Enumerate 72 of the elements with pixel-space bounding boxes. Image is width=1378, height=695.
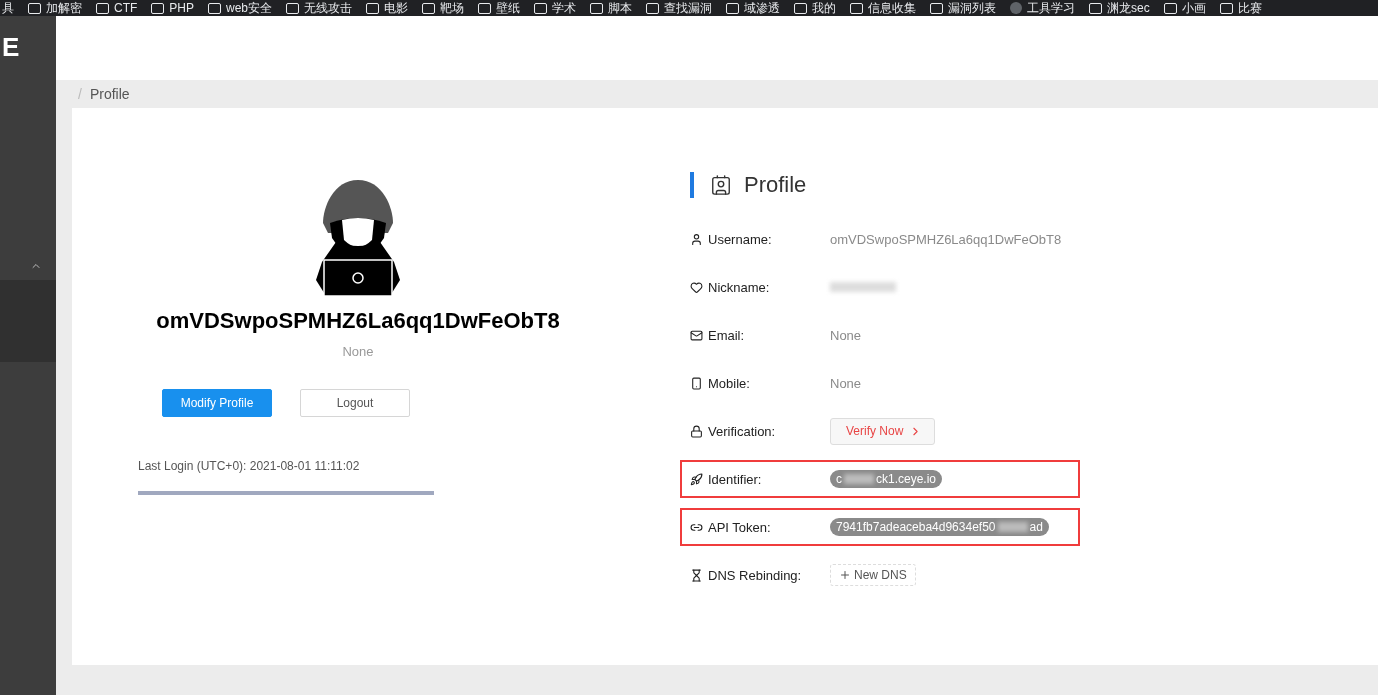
folder-icon: [1163, 2, 1177, 14]
logo-text: E: [1, 31, 21, 64]
field-label: DNS Rebinding:: [708, 567, 802, 583]
breadcrumb-item: Profile: [89, 86, 130, 102]
contact-card-icon: [710, 174, 732, 196]
folder-icon: [208, 2, 221, 14]
lock-icon: [690, 424, 703, 438]
hourglass-icon: [690, 568, 703, 582]
bookmark-item[interactable]: 工具学习: [1010, 1, 1076, 15]
nickname-text: None: [342, 344, 374, 359]
folder-icon: [590, 2, 604, 14]
folder-icon: [1089, 2, 1103, 14]
verify-now-button[interactable]: Verify Now: [830, 417, 936, 445]
breadcrumb-separator: /: [78, 86, 82, 102]
field-label: Identifier:: [708, 471, 762, 487]
bookmark-item[interactable]: 靶场: [422, 1, 465, 15]
bookmark-item[interactable]: 域渗透: [726, 1, 781, 15]
field-label: Mobile:: [708, 375, 750, 391]
field-label: Username:: [708, 231, 772, 247]
heart-icon: [690, 280, 703, 294]
folder-icon: [422, 2, 436, 14]
folder-icon: [286, 2, 300, 14]
bookmark-item[interactable]: 脚本: [590, 1, 633, 15]
logout-button[interactable]: Logout: [300, 389, 410, 417]
folder-icon: [794, 2, 808, 14]
folder-icon: [366, 2, 380, 14]
bookmark-item[interactable]: 比赛: [1219, 1, 1262, 15]
folder-icon: [478, 2, 492, 14]
bookmark-item[interactable]: 学术: [534, 1, 577, 15]
field-value: omVDSwpoSPMHZ6La6qq1DwFeObT8: [830, 231, 1062, 247]
field-label: Nickname:: [708, 279, 770, 295]
bookmark-item[interactable]: 渊龙sec: [1089, 1, 1150, 15]
plus-icon: [839, 569, 851, 581]
bookmark-item[interactable]: 加解密: [28, 1, 82, 15]
username-heading: omVDSwpoSPMHZ6La6qq1DwFeObT8: [156, 308, 560, 334]
folder-icon: [930, 2, 944, 14]
field-label: API Token:: [708, 519, 771, 535]
folder-icon: [96, 2, 109, 14]
bookmark-item[interactable]: CTF: [96, 1, 138, 15]
folder-icon: [1219, 2, 1233, 14]
folder-icon: [646, 2, 660, 14]
bookmark-item[interactable]: 电影: [366, 1, 409, 15]
site-icon: [1010, 2, 1023, 14]
field-value: None: [830, 327, 862, 343]
folder-icon: [28, 2, 41, 14]
folder-icon: [726, 2, 740, 14]
bookmark-item[interactable]: web安全: [208, 1, 273, 15]
new-dns-button[interactable]: New DNS: [830, 564, 916, 586]
phone-icon: [690, 376, 703, 390]
bookmark-item[interactable]: 小画: [1163, 1, 1206, 15]
bookmark-item[interactable]: 无线攻击: [286, 1, 353, 15]
bookmark-item[interactable]: 我的: [794, 1, 837, 15]
value-tag: c ck1.ceye.io: [830, 470, 943, 488]
envelope-icon: [690, 328, 703, 342]
bookmark-item[interactable]: 具: [2, 1, 14, 15]
bookmark-item[interactable]: 漏洞列表: [930, 1, 997, 15]
bookmark-item[interactable]: 壁纸: [478, 1, 521, 15]
user-icon: [690, 232, 703, 246]
field-label: Email:: [708, 327, 745, 343]
value-tag: 7941fb7adeaceba4d9634ef50 ad: [830, 518, 1049, 536]
last-login-text: Last Login (UTC+0): 2021-08-01 11:11:02: [138, 459, 361, 473]
field-value: None: [830, 375, 862, 391]
folder-icon: [151, 2, 165, 14]
folder-icon: [850, 2, 864, 14]
rocket-icon: [690, 472, 703, 486]
bookmark-item[interactable]: 信息收集: [850, 1, 917, 15]
redacted-value: [830, 282, 896, 292]
bookmark-item[interactable]: 查找漏洞: [646, 1, 713, 15]
title-text: Profile: [744, 172, 807, 198]
field-label: Verification:: [708, 423, 776, 439]
bookmark-item[interactable]: PHP: [151, 1, 194, 15]
folder-icon: [534, 2, 548, 14]
